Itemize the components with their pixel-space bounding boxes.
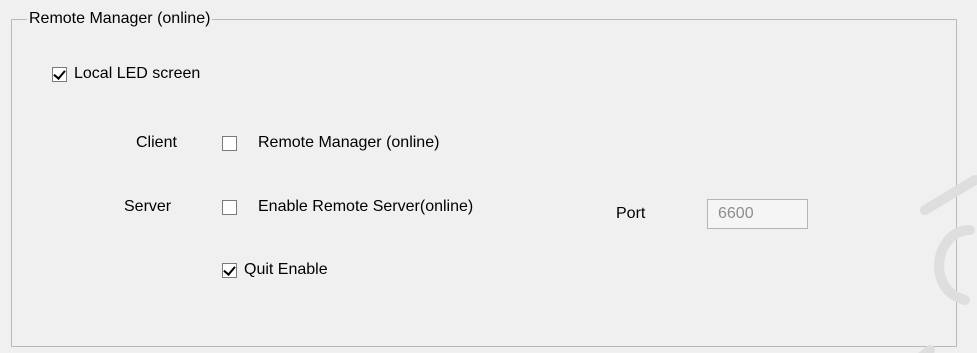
quit-enable-label[interactable]: Quit Enable: [244, 260, 328, 280]
client-row-label: Client: [136, 134, 177, 151]
local-led-label[interactable]: Local LED screen: [74, 64, 200, 84]
port-input[interactable]: 6600: [707, 199, 808, 229]
remote-manager-panel: Remote Manager (online) Local LED screen…: [0, 0, 977, 353]
client-remote-manager-checkbox[interactable]: [222, 136, 237, 151]
quit-enable-checkbox[interactable]: [222, 263, 237, 278]
enable-remote-server-checkbox[interactable]: [222, 200, 237, 215]
enable-remote-server-label[interactable]: Enable Remote Server(online): [258, 197, 540, 217]
client-remote-manager-label[interactable]: Remote Manager (online): [258, 133, 439, 153]
groupbox-title: Remote Manager (online): [27, 8, 213, 30]
server-row-label: Server: [124, 198, 172, 215]
local-led-checkbox[interactable]: [52, 67, 67, 82]
port-label: Port: [616, 205, 646, 222]
